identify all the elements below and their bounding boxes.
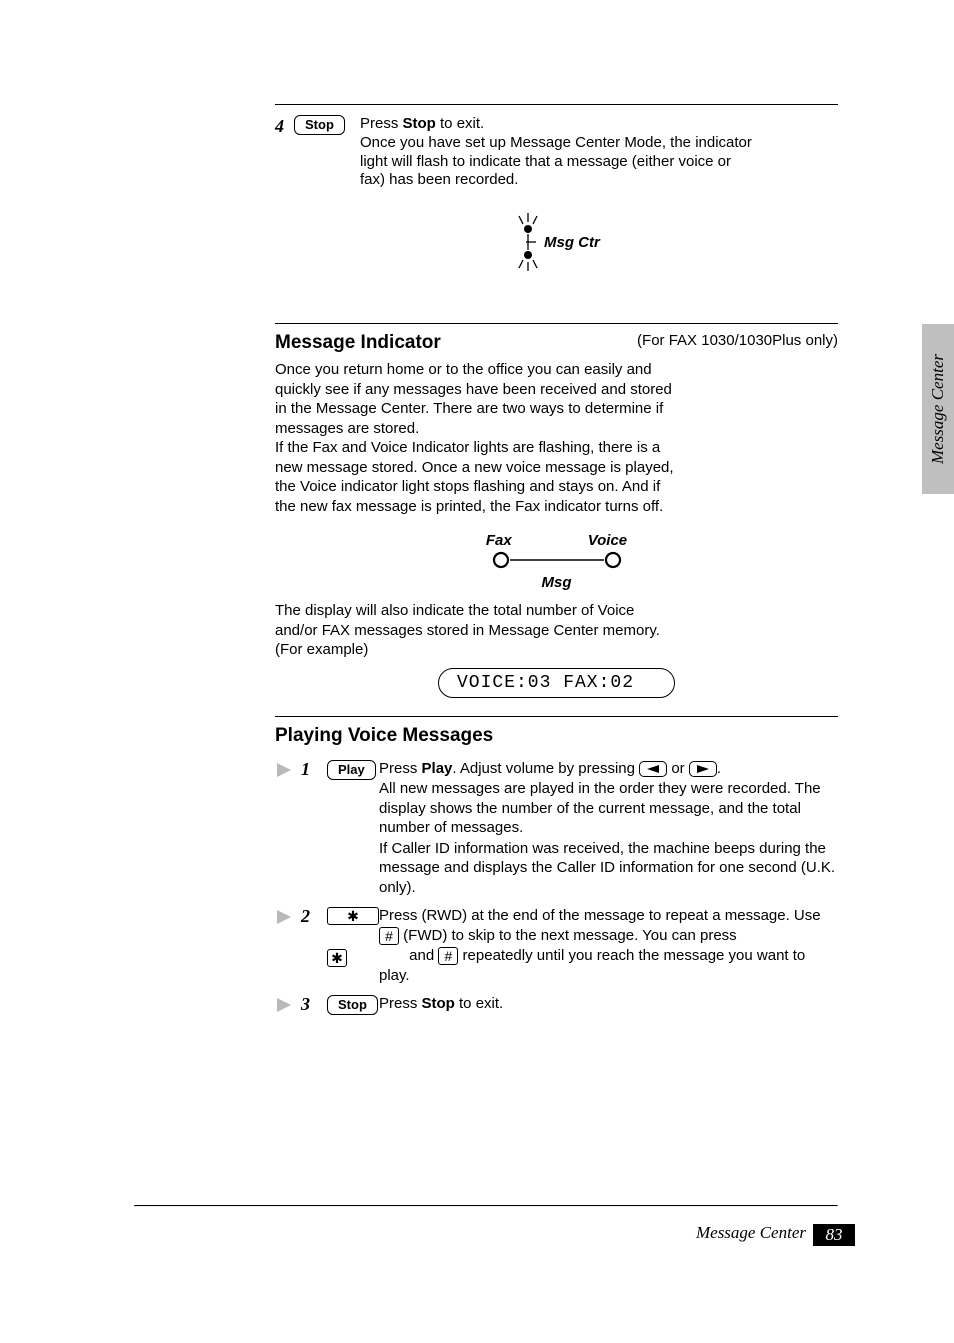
- b2-body-6: the Voice indicator light stops flashing…: [275, 477, 838, 497]
- block-message-indicator: Message Indicator (For FAX 1030/1030Plus…: [275, 323, 838, 698]
- vol-down-icon: [639, 761, 667, 777]
- b2-body-7: the new fax message is printed, the Fax …: [275, 497, 838, 517]
- b2-ex-1: and/or FAX messages stored in Message Ce…: [275, 621, 838, 641]
- ind2-voice-label: Voice: [588, 532, 627, 549]
- fax-voice-indicator: Fax Voice Msg: [275, 532, 838, 591]
- block-step4: 4 Stop Press Stop to exit. Once you have…: [275, 104, 838, 301]
- lcd-text: VOICE:03 FAX:02: [438, 668, 675, 698]
- star-key: ✱: [327, 907, 379, 925]
- step-arrow-icon: [275, 996, 301, 1014]
- step1-number: 1: [301, 759, 327, 780]
- page-number: 83: [813, 1224, 855, 1246]
- side-tab: Message Center: [922, 324, 954, 494]
- step4-stop-bold: Stop: [403, 115, 436, 132]
- b2-ex-2: (For example): [275, 640, 838, 660]
- msg-ctr-indicator: Msg Ctr: [275, 208, 838, 301]
- step3-number: 3: [301, 994, 327, 1015]
- hash-key-inline: #: [379, 927, 399, 945]
- b2-body-3: messages are stored.: [275, 419, 838, 439]
- b2-body-1: quickly see if any messages have been re…: [275, 380, 838, 400]
- s1-p2: All new messages are played in the order…: [379, 779, 838, 838]
- step4-number: 4: [275, 115, 284, 138]
- ind2-msg-label: Msg: [275, 574, 838, 591]
- hash-key-inline-3: #: [438, 947, 458, 965]
- stop-key: Stop: [294, 115, 345, 135]
- s3-stop-bold: Stop: [422, 995, 455, 1012]
- s2-before: Press: [379, 907, 422, 924]
- step4-line1-suffix: to exit.: [436, 115, 484, 132]
- s1-tail: .: [717, 760, 721, 777]
- b2-body-5: new message stored. Once a new voice mes…: [275, 458, 838, 478]
- vol-up-icon: [689, 761, 717, 777]
- side-tab-label: Message Center: [928, 354, 948, 464]
- s2-after: (FWD) to skip to the next message. You c…: [403, 927, 737, 944]
- content-area: 4 Stop Press Stop to exit. Once you have…: [275, 0, 838, 1023]
- step-arrow-icon: [275, 761, 301, 779]
- page-number-text: 83: [826, 1225, 843, 1245]
- s1-p1-after: . Adjust volume by pressing: [452, 760, 635, 777]
- s2-and: and: [409, 947, 438, 964]
- step-3: 3 Stop Press Stop to exit.: [275, 994, 838, 1015]
- step-arrow-icon: [275, 908, 301, 926]
- step-2: 2 ✱ ✱ Press ✱ (RWD) at the end of the me…: [275, 906, 838, 986]
- footer-rule: [134, 1205, 838, 1207]
- ind2-fax-label: Fax: [486, 532, 512, 549]
- b3-heading: Playing Voice Messages: [275, 725, 838, 747]
- s3-after: to exit.: [455, 995, 503, 1012]
- b2-body-4: If the Fax and Voice Indicator lights ar…: [275, 438, 838, 458]
- s1-p1-before: Press: [379, 760, 422, 777]
- msg-ctr-label: Msg Ctr: [544, 234, 601, 251]
- b2-heading: Message Indicator: [275, 332, 441, 354]
- s3-before: Press: [379, 995, 422, 1012]
- s1-or: or: [671, 760, 689, 777]
- s1-p3: If Caller ID information was received, t…: [379, 839, 838, 898]
- step2-number: 2: [301, 906, 327, 927]
- rule-top: [275, 104, 838, 105]
- b2-body-0: Once you return home or to the office yo…: [275, 360, 838, 380]
- s1-play-bold: Play: [422, 760, 453, 777]
- star-key-2: ✱: [327, 949, 347, 967]
- s2-mid: (RWD) at the end of the message to repea…: [422, 907, 821, 924]
- lcd-display: VOICE:03 FAX:02: [275, 668, 838, 698]
- step4-line4: fax) has been recorded.: [360, 171, 838, 190]
- step4-line2: Once you have set up Message Center Mode…: [360, 134, 838, 153]
- b2-ex-0: The display will also indicate the total…: [275, 601, 838, 621]
- step4-line1-prefix: Press: [360, 115, 403, 132]
- b2-model: (For FAX 1030/1030Plus only): [637, 332, 838, 354]
- step-1: 1 Play Press Play. Adjust volume by pres…: [275, 759, 838, 899]
- b2-body-2: in the Message Center. There are two way…: [275, 399, 838, 419]
- step4-line3: light will flash to indicate that a mess…: [360, 153, 838, 172]
- rule-3: [275, 716, 838, 717]
- footer-chapter: Message Center: [696, 1223, 806, 1243]
- stop-key-2: Stop: [327, 995, 378, 1015]
- block-playing-voice: Playing Voice Messages 1 Play Press Play…: [275, 716, 838, 1016]
- play-key: Play: [327, 760, 376, 780]
